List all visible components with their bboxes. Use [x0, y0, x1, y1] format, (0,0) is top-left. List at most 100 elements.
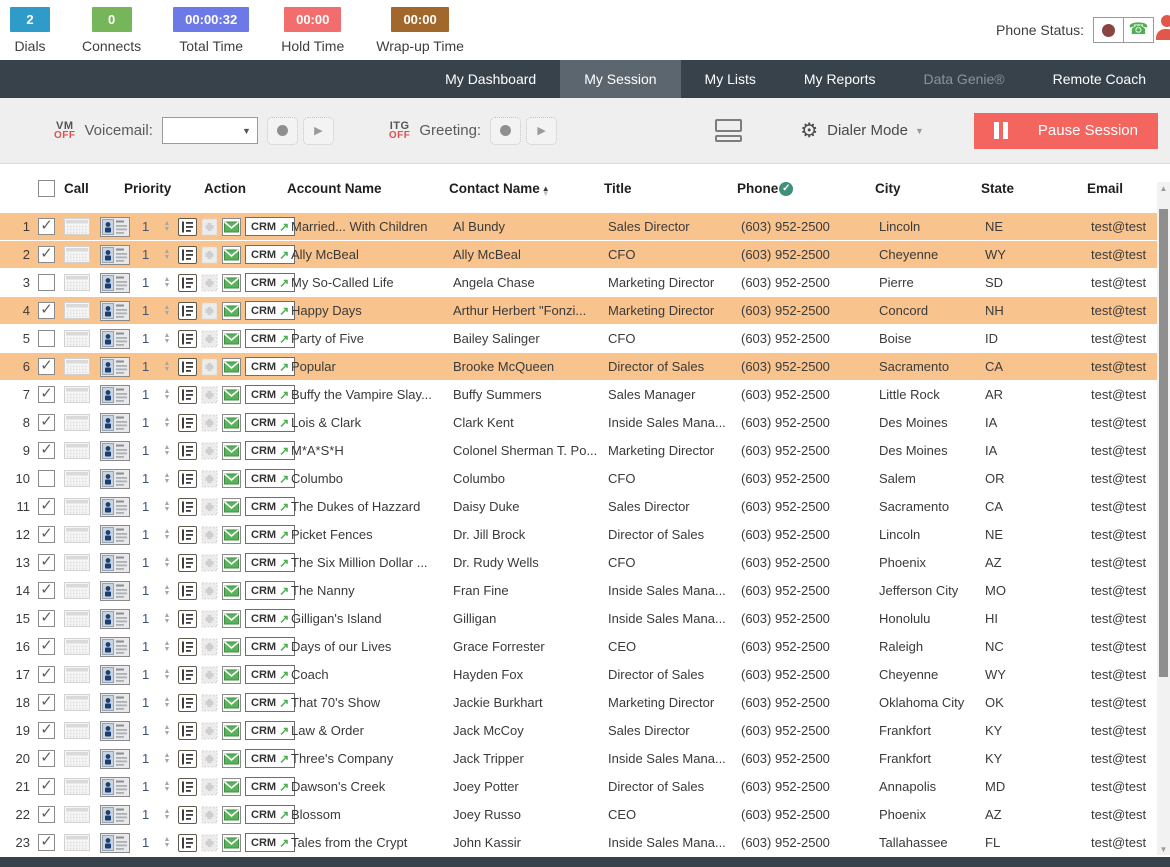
priority-stepper[interactable]: ▲ ▼	[156, 389, 178, 401]
account-name-cell[interactable]: Married... With Children	[291, 219, 453, 234]
layout-panels-icon[interactable]	[715, 119, 743, 142]
header-account-name[interactable]: Account Name	[287, 181, 449, 196]
notes-icon[interactable]	[178, 581, 197, 600]
email-icon[interactable]	[222, 441, 241, 460]
email-icon[interactable]	[222, 245, 241, 264]
contact-card-icon[interactable]	[100, 300, 142, 321]
contact-name-cell[interactable]: Angela Chase	[453, 275, 608, 290]
account-name-cell[interactable]: Dawson's Creek	[291, 779, 453, 794]
priority-stepper[interactable]: ▲ ▼	[156, 529, 178, 541]
notes-icon[interactable]	[178, 245, 197, 264]
notes-icon[interactable]	[178, 357, 197, 376]
account-name-cell[interactable]: Popular	[291, 359, 453, 374]
contact-name-cell[interactable]: Daisy Duke	[453, 499, 608, 514]
contact-name-cell[interactable]: Brooke McQueen	[453, 359, 608, 374]
email-icon[interactable]	[222, 413, 241, 432]
contact-card-icon[interactable]	[100, 524, 142, 545]
call-checkbox[interactable]: ✓	[38, 498, 55, 515]
account-name-cell[interactable]: Days of our Lives	[291, 639, 453, 654]
contact-name-cell[interactable]: John Kassir	[453, 835, 608, 850]
account-name-cell[interactable]: Gilligan's Island	[291, 611, 453, 626]
call-checkbox[interactable]: ✓	[38, 750, 55, 767]
crm-link-button[interactable]: CRM ↗	[245, 413, 296, 432]
header-call[interactable]: Call	[64, 181, 110, 196]
phone-status-offline-icon[interactable]	[1094, 18, 1123, 42]
priority-stepper[interactable]: ▲ ▼	[156, 417, 178, 429]
crm-link-button[interactable]: CRM ↗	[245, 329, 296, 348]
voicemail-select[interactable]: ▼	[161, 117, 258, 144]
account-name-cell[interactable]: Law & Order	[291, 723, 453, 738]
priority-stepper[interactable]: ▲ ▼	[156, 557, 178, 569]
dialer-mode-menu[interactable]: ⚙ Dialer Mode ▼	[800, 118, 924, 143]
priority-stepper[interactable]: ▲ ▼	[156, 837, 178, 849]
call-checkbox[interactable]: ✓	[38, 274, 55, 291]
crm-link-button[interactable]: CRM ↗	[245, 301, 296, 320]
tab-my-reports[interactable]: My Reports	[780, 60, 900, 98]
crm-link-button[interactable]: CRM ↗	[245, 637, 296, 656]
contact-card-icon[interactable]	[100, 720, 142, 741]
contact-card-icon[interactable]	[100, 272, 142, 293]
contact-card-icon[interactable]	[100, 356, 142, 377]
email-icon[interactable]	[222, 665, 241, 684]
crm-link-button[interactable]: CRM ↗	[245, 245, 296, 264]
call-checkbox[interactable]: ✓	[38, 470, 55, 487]
notes-icon[interactable]	[178, 777, 197, 796]
notes-icon[interactable]	[178, 749, 197, 768]
call-checkbox[interactable]: ✓	[38, 554, 55, 571]
priority-stepper[interactable]: ▲ ▼	[156, 753, 178, 765]
notes-icon[interactable]	[178, 329, 197, 348]
greeting-record-button[interactable]	[490, 116, 522, 145]
contact-name-cell[interactable]: Jack McCoy	[453, 723, 608, 738]
contact-name-cell[interactable]: Fran Fine	[453, 583, 608, 598]
crm-link-button[interactable]: CRM ↗	[245, 805, 296, 824]
tab-remote-coach[interactable]: Remote Coach	[1029, 60, 1170, 98]
priority-stepper[interactable]: ▲ ▼	[156, 277, 178, 289]
account-name-cell[interactable]: Buffy the Vampire Slay...	[291, 387, 453, 402]
notes-icon[interactable]	[178, 721, 197, 740]
call-checkbox[interactable]: ✓	[38, 414, 55, 431]
crm-link-button[interactable]: CRM ↗	[245, 385, 296, 404]
contact-card-icon[interactable]	[100, 552, 142, 573]
priority-stepper[interactable]: ▲ ▼	[156, 781, 178, 793]
voicemail-record-button[interactable]	[266, 116, 298, 145]
email-icon[interactable]	[222, 637, 241, 656]
notes-icon[interactable]	[178, 805, 197, 824]
email-icon[interactable]	[222, 553, 241, 572]
email-icon[interactable]	[222, 833, 241, 852]
crm-link-button[interactable]: CRM ↗	[245, 581, 296, 600]
contact-card-icon[interactable]	[100, 692, 142, 713]
call-checkbox[interactable]: ✓	[38, 302, 55, 319]
contact-card-icon[interactable]	[100, 384, 142, 405]
contact-name-cell[interactable]: Buffy Summers	[453, 387, 608, 402]
call-checkbox[interactable]: ✓	[38, 834, 55, 851]
call-checkbox[interactable]: ✓	[38, 694, 55, 711]
contact-name-cell[interactable]: Al Bundy	[453, 219, 608, 234]
crm-link-button[interactable]: CRM ↗	[245, 721, 296, 740]
crm-link-button[interactable]: CRM ↗	[245, 217, 296, 236]
email-icon[interactable]	[222, 749, 241, 768]
crm-link-button[interactable]: CRM ↗	[245, 777, 296, 796]
header-state[interactable]: State	[981, 181, 1087, 196]
email-icon[interactable]	[222, 329, 241, 348]
email-icon[interactable]	[222, 273, 241, 292]
priority-stepper[interactable]: ▲ ▼	[156, 641, 178, 653]
contact-name-cell[interactable]: Colonel Sherman T. Po...	[453, 443, 608, 458]
contact-card-icon[interactable]	[100, 328, 142, 349]
contact-card-icon[interactable]	[100, 636, 142, 657]
contact-name-cell[interactable]: Bailey Salinger	[453, 331, 608, 346]
scroll-down-icon[interactable]: ▼	[1157, 845, 1170, 854]
notes-icon[interactable]	[178, 637, 197, 656]
contact-name-cell[interactable]: Clark Kent	[453, 415, 608, 430]
email-icon[interactable]	[222, 301, 241, 320]
crm-link-button[interactable]: CRM ↗	[245, 469, 296, 488]
priority-stepper[interactable]: ▲ ▼	[156, 333, 178, 345]
crm-link-button[interactable]: CRM ↗	[245, 525, 296, 544]
crm-link-button[interactable]: CRM ↗	[245, 273, 296, 292]
account-name-cell[interactable]: Picket Fences	[291, 527, 453, 542]
contact-card-icon[interactable]	[100, 748, 142, 769]
voicemail-play-button[interactable]: ▶	[302, 116, 334, 145]
crm-link-button[interactable]: CRM ↗	[245, 357, 296, 376]
notes-icon[interactable]	[178, 273, 197, 292]
priority-stepper[interactable]: ▲ ▼	[156, 613, 178, 625]
tab-my-lists[interactable]: My Lists	[681, 60, 780, 98]
